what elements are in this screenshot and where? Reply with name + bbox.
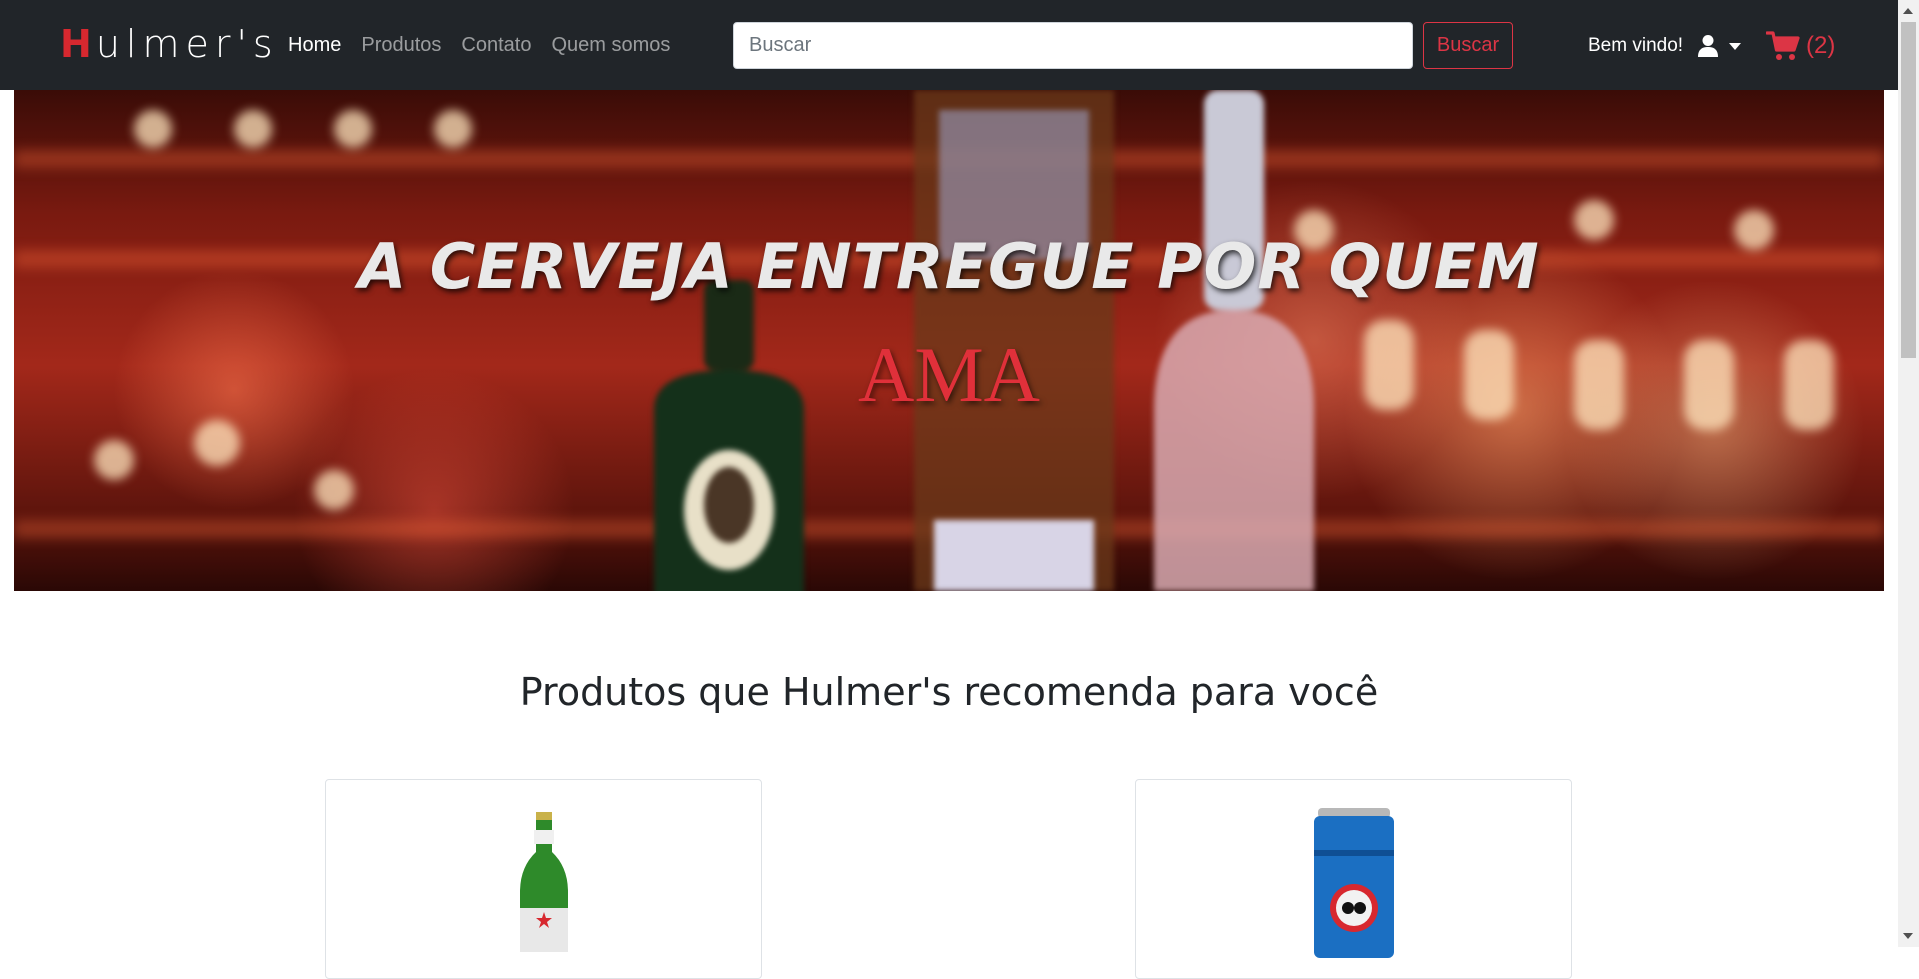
cart-count: (2) [1806,32,1836,59]
shopping-cart[interactable]: (2) [1766,24,1835,68]
top-navbar: H ulmer's Home Produtos Contato Quem som… [0,0,1898,90]
liquor-bottle-green [654,280,804,591]
nav-link-quem-somos[interactable]: Quem somos [551,34,670,57]
green-beer-bottle-image [520,812,568,952]
bokeh-light [194,420,240,466]
welcome-text: Bem vindo! [1588,35,1684,56]
vertical-scrollbar[interactable] [1898,0,1919,947]
search-button[interactable]: Buscar [1423,22,1513,69]
bokeh-light [434,110,472,148]
search-input[interactable] [733,22,1413,69]
brand-initial: H [60,22,94,66]
blue-beer-can-image [1314,808,1394,958]
nav-link-produtos[interactable]: Produtos [361,34,441,57]
product-card[interactable] [325,779,762,979]
product-card[interactable] [1135,779,1572,979]
scroll-down-arrow-icon[interactable] [1903,933,1913,939]
nav-links: Home Produtos Contato Quem somos [288,0,670,90]
user-menu-dropdown[interactable]: Bem vindo! [1588,28,1742,64]
hero-banner: A CERVEJA ENTREGUE POR QUEM AMA [14,90,1884,591]
caret-down-icon [1729,42,1742,50]
brand-name: ulmer's [95,22,279,66]
bokeh-light [314,470,354,510]
bokeh-light [94,440,134,480]
bokeh-light [134,110,172,148]
nav-link-contato[interactable]: Contato [461,34,531,57]
recommended-section-title: Produtos que Hulmer's recomenda para voc… [519,670,1379,714]
bokeh-light [334,110,372,148]
hero-accent-word: AMA [857,331,1040,418]
user-icon [1698,35,1719,57]
bokeh-light [234,110,272,148]
scrollbar-thumb[interactable] [1901,22,1916,358]
scroll-up-arrow-icon[interactable] [1903,8,1913,14]
nav-link-home[interactable]: Home [288,34,341,57]
brand-logo[interactable]: H ulmer's [60,22,279,68]
shopping-cart-icon [1766,31,1800,60]
hero-title: A CERVEJA ENTREGUE POR QUEM [358,230,1540,303]
